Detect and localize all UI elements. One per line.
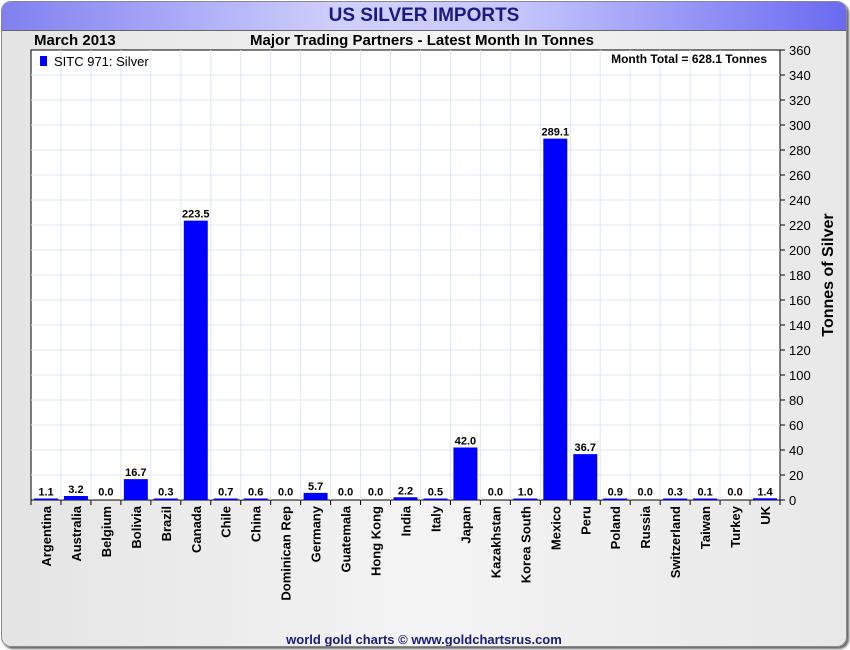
x-tick-label: Japan — [458, 506, 473, 544]
x-tick-label: Mexico — [548, 506, 563, 550]
x-tick-label: UK — [758, 505, 773, 524]
bar-germany — [303, 492, 328, 500]
x-tick-label: Chile — [219, 506, 234, 538]
bar-china — [243, 498, 268, 500]
y-tick-label: 180 — [789, 268, 811, 283]
bar-italy — [423, 498, 448, 500]
bar-argentina — [34, 498, 58, 500]
x-tick-label: Peru — [578, 506, 593, 535]
legend-swatch — [40, 56, 47, 66]
bar-india — [393, 497, 418, 500]
x-tick-label: Korea South — [518, 506, 533, 583]
y-tick-label: 40 — [789, 443, 803, 458]
data-label: 223.5 — [182, 209, 210, 221]
data-label: 1.0 — [518, 487, 533, 499]
x-tick-label: Dominican Rep — [279, 506, 294, 601]
legend-label: SITC 971: Silver — [54, 54, 149, 69]
y-tick-label: 320 — [789, 93, 811, 108]
x-tick-label: Australia — [69, 505, 84, 561]
bar-bolivia — [123, 479, 148, 500]
bar-brazil — [153, 498, 178, 500]
data-label: 0.0 — [278, 487, 293, 499]
data-label: 1.1 — [38, 487, 53, 499]
bar-uk — [753, 498, 777, 500]
data-label: 36.7 — [575, 442, 596, 454]
y-tick-label: 220 — [789, 218, 811, 233]
data-label: 1.4 — [757, 486, 773, 498]
data-label: 42.0 — [455, 436, 476, 448]
x-tick-label: Guatemala — [339, 505, 354, 572]
data-label: 0.0 — [727, 487, 742, 499]
x-tick-label: Switzerland — [668, 506, 683, 578]
y-tick-label: 200 — [789, 243, 811, 258]
data-label: 0.9 — [608, 487, 623, 499]
data-label: 2.2 — [398, 485, 413, 497]
x-tick-label: Italy — [428, 505, 443, 532]
bar-mexico — [543, 138, 568, 500]
y-tick-label: 300 — [789, 118, 811, 133]
y-tick-label: 60 — [789, 418, 803, 433]
y-tick-label: 240 — [789, 193, 811, 208]
month-total-annotation: Month Total = 628.1 Tonnes — [611, 52, 767, 66]
y-tick-label: 260 — [789, 168, 811, 183]
x-tick-label: Hong Kong — [369, 506, 384, 576]
x-tick-label: Canada — [189, 505, 204, 553]
bar-peru — [573, 454, 598, 500]
bar-korea-south — [513, 498, 538, 500]
x-tick-label: Bolivia — [129, 505, 144, 548]
x-tick-label: Russia — [638, 505, 653, 548]
y-tick-label: 280 — [789, 143, 811, 158]
x-tick-label: India — [399, 505, 414, 536]
data-label: 0.3 — [667, 487, 682, 499]
y-tick-label: 80 — [789, 393, 803, 408]
y-tick-label: 0 — [789, 493, 796, 508]
data-label: 0.1 — [697, 487, 712, 499]
x-tick-label: China — [249, 505, 264, 542]
data-label: 0.0 — [638, 487, 653, 499]
data-label: 0.5 — [428, 487, 443, 499]
data-label: 3.2 — [68, 484, 83, 496]
bar-canada — [183, 220, 208, 500]
data-label: 289.1 — [542, 127, 570, 139]
data-label: 0.6 — [248, 487, 263, 499]
bar-chart: 0 20 40 60 80 100 120 140 160 180 200 220 240 260 280 3… — [30, 43, 837, 601]
bar-japan — [453, 447, 478, 500]
x-tick-label: Kazakhstan — [488, 506, 503, 578]
bar-taiwan — [693, 498, 718, 500]
x-tick-label: Brazil — [159, 506, 174, 541]
y-tick-label: 20 — [789, 468, 803, 483]
x-tick-label: Belgium — [99, 506, 114, 557]
bar-australia — [63, 496, 88, 500]
data-label: 0.3 — [158, 487, 173, 499]
data-label: 0.0 — [488, 487, 503, 499]
x-tick-label: Germany — [309, 505, 324, 562]
data-label: 0.0 — [98, 487, 113, 499]
x-tick-label: Argentina — [39, 505, 54, 566]
data-label: 0.7 — [218, 487, 233, 499]
data-label: 0.0 — [368, 487, 383, 499]
x-tick-label: Turkey — [728, 505, 743, 547]
y-tick-label: 100 — [789, 368, 811, 383]
y-tick-label: 340 — [789, 68, 811, 83]
y-tick-label: 120 — [789, 343, 811, 358]
y-tick-label: 360 — [789, 43, 811, 58]
y-axis-title: Tonnes of Silver — [820, 213, 837, 336]
y-tick-label: 140 — [789, 318, 811, 333]
bar-switzerland — [663, 498, 688, 500]
x-tick-label: Poland — [608, 506, 623, 549]
data-label: 5.7 — [308, 481, 323, 493]
data-label: 0.0 — [338, 487, 353, 499]
bar-chile — [213, 498, 238, 500]
data-label: 16.7 — [125, 467, 146, 479]
bar-poland — [603, 498, 628, 500]
y-tick-label: 160 — [789, 293, 811, 308]
x-tick-label: Taiwan — [698, 506, 713, 549]
